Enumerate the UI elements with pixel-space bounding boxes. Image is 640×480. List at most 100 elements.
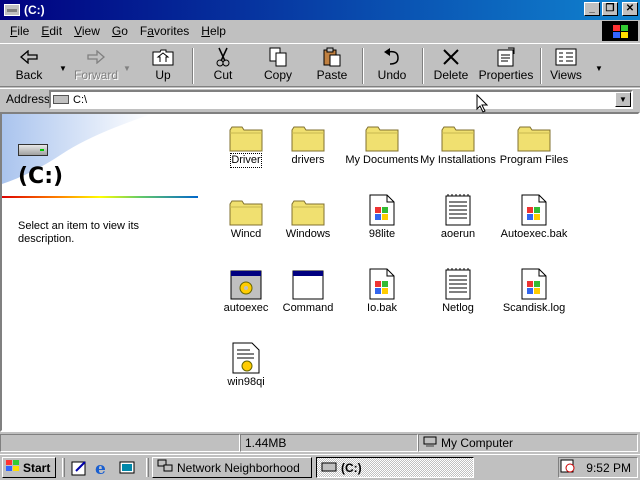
menu-help[interactable]: Help: [195, 24, 232, 38]
explorer-window: (C:) _ ❐ ✕ File Edit View Go Favorites H…: [0, 0, 640, 454]
status-zone-label: My Computer: [441, 436, 514, 450]
scissors-icon: [214, 46, 232, 68]
file-item[interactable]: My Documents: [344, 118, 420, 167]
file-item[interactable]: Netlog: [420, 266, 496, 315]
task-network-neighborhood[interactable]: Network Neighborhood: [152, 457, 312, 478]
folder-icon: [290, 118, 326, 152]
paste-button[interactable]: Paste: [312, 46, 352, 86]
file-item[interactable]: drivers: [270, 118, 346, 167]
properties-label: Properties: [478, 68, 534, 82]
forward-label: Forward: [74, 68, 119, 82]
file-item-label: Netlog: [442, 302, 474, 314]
menu-favorites[interactable]: Favorites: [134, 24, 195, 38]
file-item-label: Autoexec.bak: [500, 228, 568, 240]
task-label: (C:): [341, 460, 362, 475]
file-item-label: My Installations: [420, 154, 496, 166]
close-button[interactable]: ✕: [622, 2, 638, 16]
file-item-label: drivers: [291, 154, 325, 166]
address-input[interactable]: C:\ ▼: [49, 90, 633, 109]
up-button[interactable]: Up: [144, 46, 182, 86]
back-button[interactable]: Back: [8, 46, 50, 86]
delete-button[interactable]: Delete: [430, 46, 472, 86]
task-drive-c[interactable]: (C:): [316, 457, 474, 478]
undo-button[interactable]: Undo: [372, 46, 412, 86]
delete-x-icon: [442, 46, 460, 68]
rainbow-divider: [2, 196, 198, 198]
menu-file-label: ile: [17, 24, 30, 38]
up-label: Up: [155, 68, 171, 82]
quicklaunch-edit-icon[interactable]: [70, 459, 88, 477]
toolbar-separator: [540, 48, 542, 84]
start-button[interactable]: Start: [2, 457, 56, 478]
batch-file-icon: [228, 266, 264, 300]
toolbar: Back ▼ Forward ▼ Up Cut Copy Paste Undo: [0, 43, 640, 87]
menu-go[interactable]: Go: [106, 24, 134, 38]
views-dropdown-icon[interactable]: ▼: [595, 64, 603, 73]
address-dropdown-icon[interactable]: ▼: [615, 92, 631, 107]
pane-description: Select an item to view its description.: [18, 220, 140, 245]
forward-button[interactable]: Forward: [74, 46, 118, 86]
mouse-cursor-icon: [476, 94, 488, 113]
folder-icon: [440, 118, 476, 152]
webview-left-pane: (C:) Select an item to view its descript…: [2, 114, 198, 430]
drive-icon: [4, 4, 20, 16]
file-item[interactable]: 98lite: [344, 192, 420, 241]
properties-button[interactable]: Properties: [478, 46, 534, 86]
file-item[interactable]: win98qi: [208, 340, 284, 389]
back-arrow-icon: [20, 46, 38, 68]
cut-button[interactable]: Cut: [204, 46, 242, 86]
internet-explorer-icon[interactable]: e: [94, 459, 112, 479]
settings-file-icon: [228, 340, 264, 374]
drive-icon: [321, 461, 337, 475]
file-item[interactable]: Io.bak: [344, 266, 420, 315]
file-item[interactable]: Scandisk.log: [496, 266, 572, 315]
address-value: C:\: [73, 93, 88, 106]
notepad-file-icon: [440, 266, 476, 300]
file-item-label: Driver: [230, 153, 262, 168]
drive-large-icon: [18, 144, 48, 156]
file-item[interactable]: Command: [270, 266, 346, 315]
menu-edit[interactable]: Edit: [35, 24, 68, 38]
file-item-label: Program Files: [499, 154, 569, 166]
copy-button[interactable]: Copy: [258, 46, 298, 86]
file-item-label: autoexec: [223, 302, 269, 314]
file-item-label: Wincd: [230, 228, 262, 240]
toolbar-separator: [362, 48, 364, 84]
undo-icon: [382, 46, 402, 68]
address-label: Address: [6, 92, 51, 106]
menu-view[interactable]: View: [68, 24, 106, 38]
back-label: Back: [15, 68, 43, 82]
folder-icon: [228, 192, 264, 226]
scheduler-icon[interactable]: [560, 458, 576, 477]
title-bar[interactable]: (C:) _ ❐ ✕: [0, 0, 640, 20]
forward-dropdown-icon[interactable]: ▼: [123, 64, 131, 73]
file-item[interactable]: Autoexec.bak: [496, 192, 572, 241]
back-dropdown-icon[interactable]: ▼: [59, 64, 67, 73]
folder-view: (C:) Select an item to view its descript…: [0, 112, 640, 432]
windows-file-icon: [516, 266, 552, 300]
file-item[interactable]: Program Files: [496, 118, 572, 167]
status-bar: 1.44MB My Computer: [0, 432, 640, 454]
menu-bar: File Edit View Go Favorites Help: [0, 20, 640, 42]
menu-file[interactable]: File: [4, 24, 35, 38]
show-desktop-icon[interactable]: [118, 459, 136, 477]
file-item-label: Windows: [285, 228, 331, 240]
program-window-icon: [290, 266, 326, 300]
file-item-label: Scandisk.log: [502, 302, 566, 314]
toolbar-separator: [192, 48, 194, 84]
file-item-label: Command: [282, 302, 334, 314]
views-button[interactable]: Views: [546, 46, 586, 86]
file-item[interactable]: My Installations: [420, 118, 496, 167]
file-item[interactable]: aoerun: [420, 192, 496, 241]
header-wave-graphic: [2, 114, 152, 184]
restore-button[interactable]: ❐: [602, 2, 618, 16]
delete-label: Delete: [433, 68, 469, 82]
file-item[interactable]: Windows: [270, 192, 346, 241]
minimize-button[interactable]: _: [584, 2, 600, 16]
system-tray: 9:52 PM: [558, 457, 638, 478]
notepad-file-icon: [440, 192, 476, 226]
windows-logo-icon: [602, 21, 638, 41]
status-empty: [0, 434, 240, 452]
clock[interactable]: 9:52 PM: [586, 461, 631, 475]
address-bar: Address C:\ ▼: [0, 88, 640, 110]
